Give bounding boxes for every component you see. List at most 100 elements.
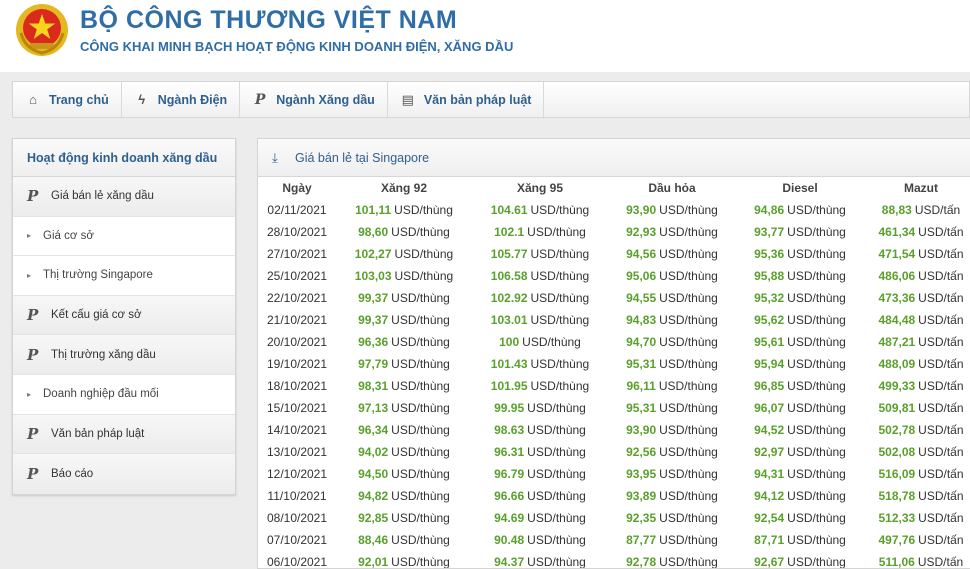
nav-item-legal-documents[interactable]: ▤ Văn bản pháp luật [388,82,545,117]
caret-right-icon: ▸ [27,231,32,241]
price-value: 105.77 [490,247,528,261]
sidebar-item-key-traders[interactable]: ▸ Doanh nghiệp đầu mối [13,374,235,415]
table-row: 08/10/2021 92,85 USD/thùng 94.69 USD/thùng 92… [258,507,970,529]
price-value: 94.69 [494,511,525,525]
price-value: 99.95 [494,401,525,415]
price-cell: 92,01 USD/thùng [336,551,472,568]
price-cell: 101,11 USD/thùng [336,199,472,221]
sidebar-item-reports[interactable]: P Báo cáo [13,454,235,494]
column-header: Xăng 95 [516,181,564,195]
price-cell: 94.37 USD/thùng [472,551,608,569]
price-value: 94,31 [754,467,785,481]
price-panel: ⤓ Giá bán lẻ tại Singapore Ngày Xăng 92 … [257,138,970,569]
price-value: 93,90 [626,423,657,437]
sidebar-item-petroleum-market[interactable]: P Thị trường xăng dầu [13,335,235,375]
price-value: 98.63 [494,423,525,437]
price-unit: USD/thùng [659,203,718,217]
sidebar-item-singapore-market[interactable]: ▸ Thị trường Singapore [13,256,235,296]
price-cell: 502,08 USD/tấn [864,441,970,463]
price-unit: USD/thùng [391,423,450,437]
date-cell: 08/10/2021 [266,511,328,525]
price-unit: USD/thùng [787,555,846,569]
price-cell: 93,95 USD/thùng [608,463,736,485]
sidebar-item-legal-documents[interactable]: P Văn bản pháp luật [13,414,235,455]
p-icon: P [27,345,39,364]
table-row: 14/10/2021 96,34 USD/thùng 98.63 USD/thùng 93… [258,419,970,441]
date-cell: 15/10/2021 [266,401,328,415]
price-cell: 509,81 USD/tấn [864,397,970,419]
nav-item-petroleum[interactable]: P Ngành Xăng dầu [240,82,388,117]
price-unit: USD/thùng [659,401,718,415]
date-cell: 20/10/2021 [266,335,328,349]
price-cell: 484,48 USD/tấn [864,309,970,331]
price-value: 497,76 [878,533,916,547]
price-value: 473,36 [878,291,916,305]
price-cell: 93,90 USD/thùng [608,419,736,441]
price-unit: USD/thùng [787,401,846,415]
price-unit: USD/thùng [787,511,846,525]
sidebar-item-base-price[interactable]: ▸ Giá cơ sở [13,216,235,257]
p-icon: P [27,424,39,443]
date-cell: 12/10/2021 [266,467,328,481]
price-unit: USD/tấn [918,225,964,239]
price-cell: 95,61 USD/thùng [736,331,864,353]
price-cell: 101.95 USD/thùng [472,375,608,397]
price-value: 92,54 [754,511,785,525]
table-row: 19/10/2021 97,79 USD/thùng 101.43 USD/thùng 9… [258,353,970,375]
price-unit: USD/thùng [659,247,718,261]
p-icon: P [27,306,39,325]
price-unit: USD/thùng [659,423,718,437]
table-row: 20/10/2021 96,36 USD/thùng 100 USD/thùng 94,7… [258,331,970,353]
price-cell: 96,11 USD/thùng [608,375,736,397]
price-cell: 94,12 USD/thùng [736,485,864,507]
sidebar-item-label: Thị trường Singapore [43,269,153,282]
price-cell: 94,02 USD/thùng [336,441,472,463]
price-value: 486,06 [878,269,916,283]
price-value: 99,37 [358,291,389,305]
price-value: 99,37 [358,313,389,327]
price-cell: 499,33 USD/tấn [864,375,970,397]
price-cell: 103.01 USD/thùng [472,309,608,331]
price-cell: 94,83 USD/thùng [608,309,736,331]
price-unit: USD/thùng [787,533,846,547]
table-row: 15/10/2021 97,13 USD/thùng 99.95 USD/thùng 95… [258,397,970,419]
price-unit: USD/thùng [527,445,586,459]
sidebar-item-retail-price[interactable]: P Giá bán lẻ xăng dầu [13,177,235,217]
price-cell: 96.31 USD/thùng [472,441,608,463]
nav-item-home[interactable]: ⌂ Trang chủ [13,82,122,117]
sidebar-item-label: Kết cấu giá cơ sở [51,309,142,322]
price-cell: 90.48 USD/thùng [472,529,608,551]
price-value: 502,78 [878,423,916,437]
column-header: Diesel [782,181,818,195]
table-row: 11/10/2021 94,82 USD/thùng 96.66 USD/thùng 93… [258,485,970,507]
price-cell: 95,31 USD/thùng [608,397,736,419]
sidebar-item-base-price-structure[interactable]: P Kết cấu giá cơ sở [13,295,235,336]
price-cell: 95,06 USD/thùng [608,265,736,287]
sidebar: Hoạt động kinh doanh xăng dầu P Giá bán … [12,138,236,495]
sidebar-item-label: Văn bản pháp luật [51,427,145,440]
column-header: Ngày [282,181,312,195]
price-value: 102.1 [494,225,525,239]
price-value: 94,70 [626,335,657,349]
price-cell: 97,13 USD/thùng [336,397,472,419]
price-cell: 98,60 USD/thùng [336,221,472,243]
column-header: Xăng 92 [380,181,428,195]
download-icon[interactable]: ⤓ [272,150,286,166]
price-cell: 102.92 USD/thùng [472,287,608,309]
price-unit: USD/thùng [787,225,846,239]
nav-item-label: Ngành Điện [157,92,228,107]
price-cell: 105.77 USD/thùng [472,243,608,265]
price-value: 106.58 [490,269,528,283]
price-unit: USD/tấn [917,555,964,569]
price-unit: USD/thùng [527,555,586,569]
price-unit: USD/tấn [918,445,964,459]
price-unit: USD/tấn [918,291,964,305]
price-unit: USD/tấn [918,357,964,371]
price-value: 461,34 [878,225,916,239]
date-cell: 07/10/2021 [266,533,328,547]
price-cell: 92,54 USD/thùng [736,507,864,529]
price-unit: USD/thùng [391,357,450,371]
price-cell: 98.63 USD/thùng [472,419,608,441]
nav-item-electricity[interactable]: ϟ Ngành Điện [122,82,241,117]
price-unit: USD/thùng [787,379,846,393]
